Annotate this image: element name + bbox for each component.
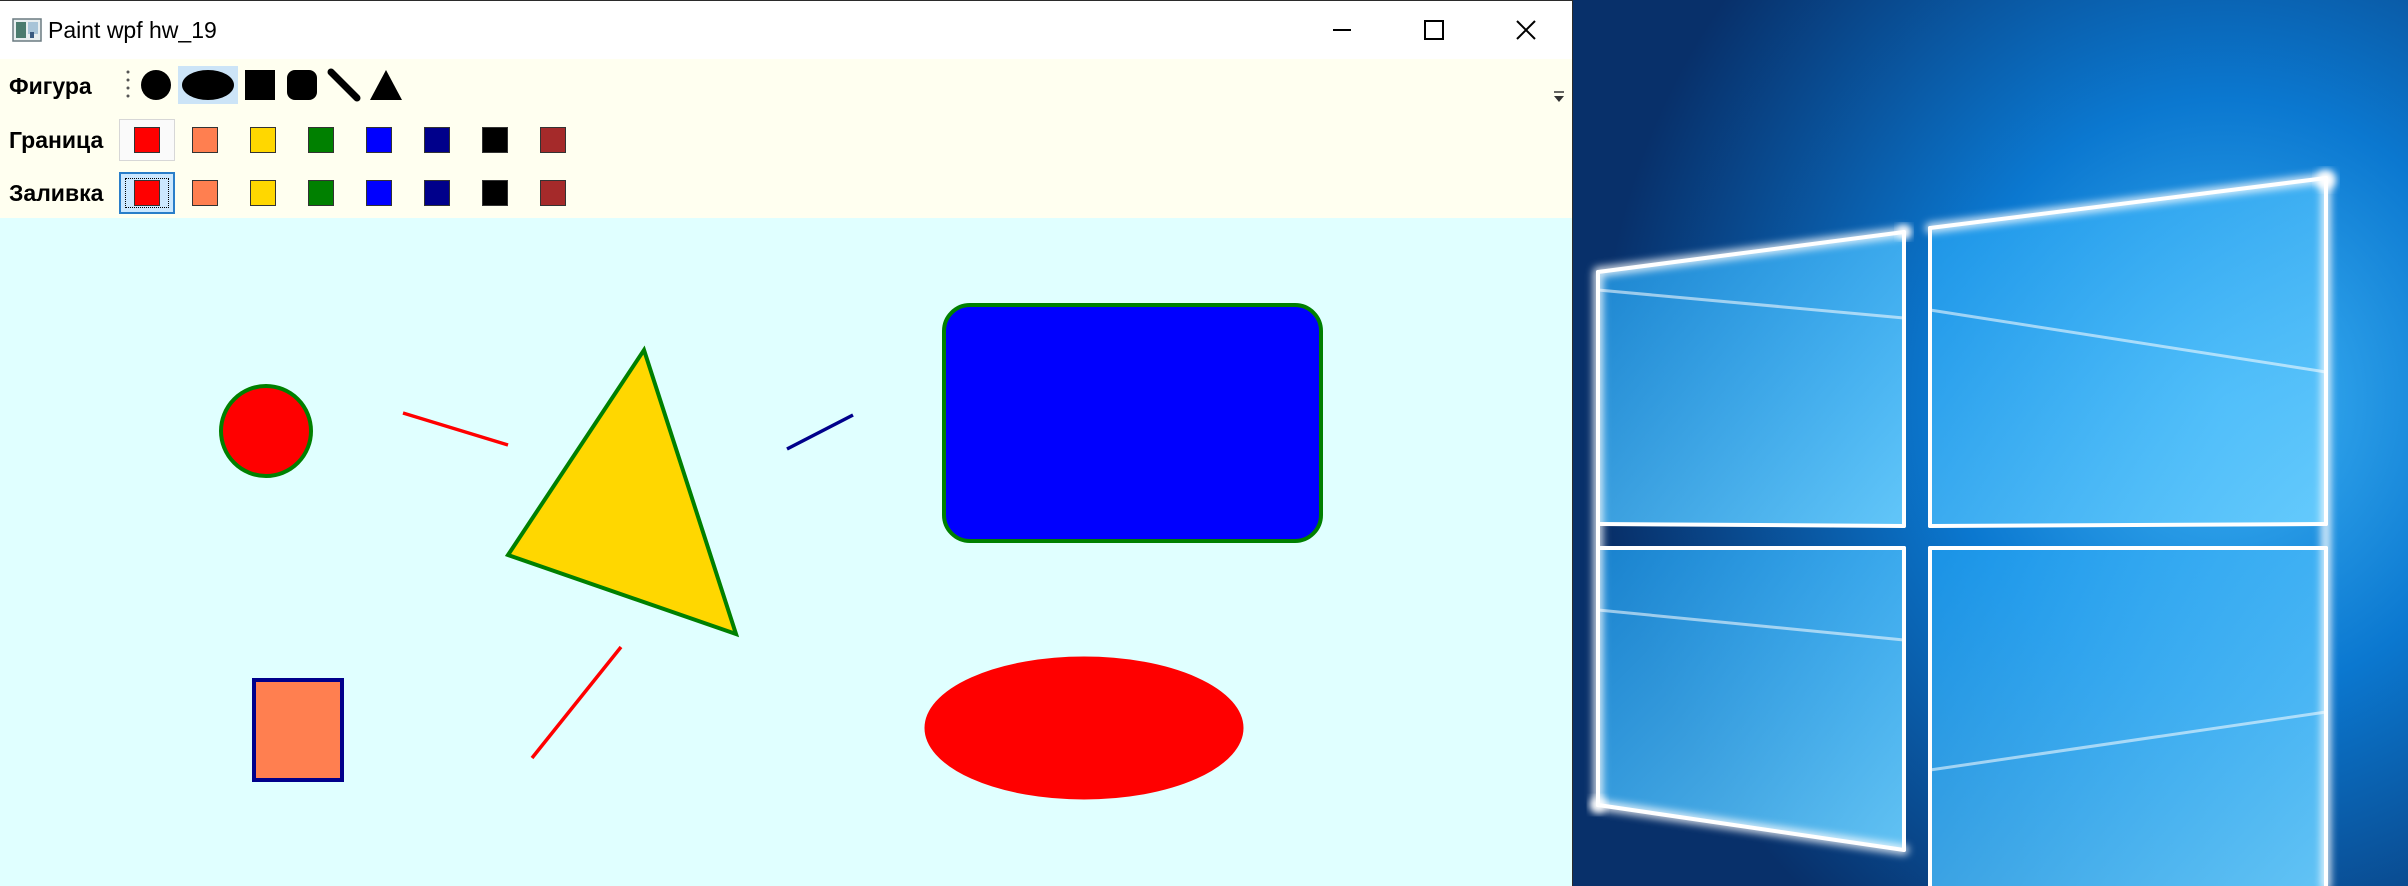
fill-color-gold[interactable]: [235, 172, 291, 214]
fill-color-red[interactable]: [119, 172, 175, 214]
fill-color-navy[interactable]: [409, 172, 465, 214]
border-color-gold[interactable]: [235, 119, 291, 161]
swatch: [424, 180, 450, 206]
fill-color-coral[interactable]: [177, 172, 233, 214]
swatch: [366, 180, 392, 206]
fill-color-green[interactable]: [293, 172, 349, 214]
ellipse-tool-button[interactable]: [178, 66, 238, 104]
swatch: [192, 127, 218, 153]
toolbar-overflow-icon[interactable]: [1548, 83, 1570, 109]
border-color-brown[interactable]: [525, 119, 581, 161]
border-color-toolbar: Граница: [0, 113, 1560, 166]
drawing-canvas[interactable]: [0, 218, 1572, 886]
border-color-green[interactable]: [293, 119, 349, 161]
swatch: [482, 127, 508, 153]
fill-color-blue[interactable]: [351, 172, 407, 214]
maximize-button[interactable]: [1388, 1, 1480, 59]
app-icon: [12, 18, 42, 42]
ellipse-icon: [182, 70, 234, 100]
shape-toolbar: Фигура: [0, 59, 1560, 112]
canvas-rounded-rectangle[interactable]: [942, 303, 1323, 543]
border-color-blue[interactable]: [351, 119, 407, 161]
swatch: [308, 180, 334, 206]
swatch: [134, 180, 160, 206]
swatch: [250, 180, 276, 206]
paint-window: Paint wpf hw_19 Фигура Граница Заливка: [0, 0, 1573, 886]
fill-color-black[interactable]: [467, 172, 523, 214]
rounded-rect-icon: [287, 70, 317, 100]
triangle-icon: [370, 70, 402, 100]
shape-label: Фигура: [9, 73, 92, 99]
swatch: [366, 127, 392, 153]
swatch: [308, 127, 334, 153]
swatch: [482, 180, 508, 206]
canvas-square[interactable]: [252, 678, 344, 782]
line-icon: [327, 68, 361, 102]
canvas-line-red-upper[interactable]: [402, 411, 509, 447]
canvas-line-navy[interactable]: [786, 413, 854, 451]
border-color-coral[interactable]: [177, 119, 233, 161]
circle-tool-button[interactable]: [136, 66, 176, 104]
swatch: [540, 127, 566, 153]
border-label: Граница: [9, 127, 104, 153]
border-color-navy[interactable]: [409, 119, 465, 161]
circle-icon: [141, 70, 171, 100]
line-tool-button[interactable]: [324, 66, 364, 104]
close-button[interactable]: [1480, 1, 1572, 59]
window-title: Paint wpf hw_19: [48, 17, 217, 43]
canvas-circle[interactable]: [219, 384, 313, 478]
fill-color-toolbar: Заливка: [0, 166, 1560, 219]
square-tool-button[interactable]: [240, 66, 280, 104]
fill-label: Заливка: [9, 180, 104, 206]
border-color-black[interactable]: [467, 119, 523, 161]
swatch: [250, 127, 276, 153]
canvas-line-red-lower[interactable]: [530, 645, 623, 760]
border-color-red[interactable]: [119, 119, 175, 161]
swatch: [134, 127, 160, 153]
title-bar[interactable]: Paint wpf hw_19: [0, 1, 1572, 59]
minimize-button[interactable]: [1296, 1, 1388, 59]
toolbar-grip-icon[interactable]: [126, 69, 130, 99]
canvas-shapes: [219, 303, 1323, 800]
swatch: [192, 180, 218, 206]
triangle-tool-button[interactable]: [366, 66, 406, 104]
toolbar: Фигура Граница Заливка: [0, 59, 1572, 218]
close-icon: [1516, 20, 1536, 40]
minimize-icon: [1333, 29, 1351, 31]
canvas-ellipse[interactable]: [924, 656, 1244, 800]
maximize-icon: [1424, 20, 1444, 40]
fill-color-brown[interactable]: [525, 172, 581, 214]
square-icon: [245, 70, 275, 100]
swatch: [424, 127, 450, 153]
rounded-rect-tool-button[interactable]: [282, 66, 322, 104]
canvas-triangle[interactable]: [504, 345, 740, 638]
swatch: [540, 180, 566, 206]
